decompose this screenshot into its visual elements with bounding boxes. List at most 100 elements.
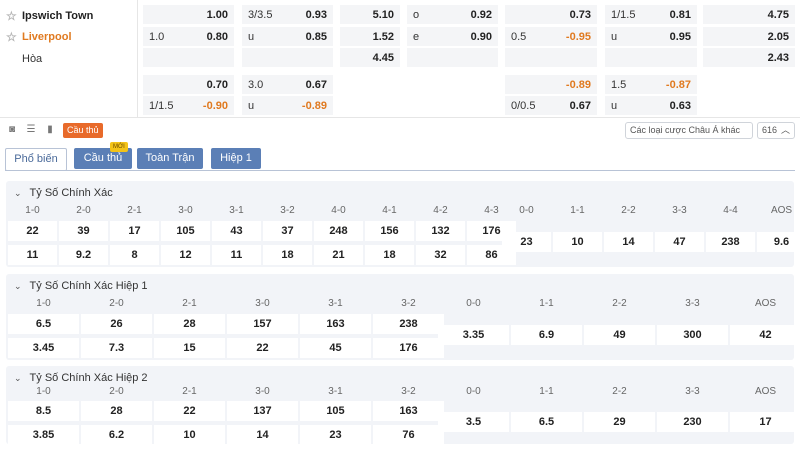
score-odds-cell[interactable]: 39 (59, 221, 108, 241)
score-odds-cell[interactable]: 157 (227, 314, 298, 334)
score-odds-cell[interactable]: 21 (314, 245, 363, 265)
favorite-star-icon[interactable]: ☆ (6, 30, 17, 44)
bet-type-select[interactable]: Các loại cược Châu Á khác (625, 122, 753, 139)
score-odds-cell[interactable]: 8.5 (8, 401, 79, 421)
odds-cell[interactable]: 0.73 (505, 5, 597, 24)
score-odds-cell[interactable]: 28 (81, 401, 152, 421)
odds-cell[interactable]: 5.10 (340, 5, 400, 24)
score-odds-cell[interactable]: 43 (212, 221, 261, 241)
score-odds-cell[interactable]: 238 (373, 314, 444, 334)
odds-cell[interactable]: e 0.90 (407, 27, 498, 46)
score-odds-cell[interactable]: 17 (730, 412, 800, 432)
score-odds-cell[interactable]: 6.5 (511, 412, 582, 432)
score-odds-cell[interactable]: 18 (365, 245, 414, 265)
list-icon[interactable]: ☰ (25, 124, 37, 136)
score-odds-cell[interactable]: 6.2 (81, 425, 152, 445)
odds-cell[interactable]: -0.89 (505, 75, 597, 94)
score-odds-cell[interactable]: 300 (657, 325, 728, 345)
score-odds-cell[interactable]: 12 (161, 245, 210, 265)
odds-cell[interactable]: 0/0.5 0.67 (505, 96, 597, 115)
score-odds-cell[interactable]: 76 (373, 425, 444, 445)
score-odds-cell[interactable]: 230 (657, 412, 728, 432)
odds-cell[interactable]: u -0.89 (242, 96, 333, 115)
score-odds-cell[interactable]: 37 (263, 221, 312, 241)
score-odds-cell[interactable]: 17 (110, 221, 159, 241)
odds-cell[interactable]: 2.05 (703, 27, 795, 46)
away-team[interactable]: ☆ Liverpool (6, 27, 72, 47)
odds-cell[interactable]: 4.45 (340, 48, 400, 67)
odds-cell[interactable]: u 0.63 (605, 96, 697, 115)
odds-cell[interactable]: 1.5 -0.87 (605, 75, 697, 94)
score-odds-cell[interactable]: 18 (263, 245, 312, 265)
score-odds-cell[interactable]: 47 (655, 232, 704, 252)
odds-cell (407, 48, 498, 67)
score-odds-cell[interactable]: 42 (730, 325, 800, 345)
score-odds-cell[interactable]: 49 (584, 325, 655, 345)
score-odds-cell[interactable]: 22 (8, 221, 57, 241)
score-odds-cell[interactable]: 9.6 (757, 232, 800, 252)
score-odds-cell[interactable]: 11 (8, 245, 57, 265)
score-odds-cell[interactable]: 11 (212, 245, 261, 265)
camera-icon[interactable]: ◙ (6, 124, 18, 136)
score-odds-cell[interactable]: 3.5 (438, 412, 509, 432)
score-odds-cell[interactable]: 156 (365, 221, 414, 241)
score-odds-cell[interactable]: 3.85 (8, 425, 79, 445)
score-odds-cell[interactable]: 6.9 (511, 325, 582, 345)
score-odds-cell[interactable]: 3.45 (8, 338, 79, 358)
player-filter-badge[interactable]: Cầu thủ (63, 123, 103, 138)
score-odds-cell[interactable]: 163 (373, 401, 444, 421)
odds-cell[interactable]: u 0.85 (242, 27, 333, 46)
score-odds-cell[interactable]: 23 (300, 425, 371, 445)
score-odds-cell[interactable]: 132 (416, 221, 465, 241)
score-odds-cell[interactable]: 248 (314, 221, 363, 241)
score-odds-cell[interactable]: 15 (154, 338, 225, 358)
tab-popular[interactable]: Phổ biến (5, 148, 67, 171)
score-odds-cell[interactable]: 3.35 (438, 325, 509, 345)
score-odds-cell[interactable]: 105 (300, 401, 371, 421)
score-odds-cell[interactable]: 22 (227, 338, 298, 358)
odds-cell[interactable]: 1/1.5 -0.90 (143, 96, 234, 115)
score-odds-cell[interactable]: 10 (553, 232, 602, 252)
score-odds-cell[interactable]: 23 (502, 232, 551, 252)
odds-cell[interactable]: 1.52 (340, 27, 400, 46)
section-title[interactable]: ⌄ Tỷ Số Chính Xác Hiệp 1 (14, 280, 148, 292)
score-odds-cell[interactable]: 7.3 (81, 338, 152, 358)
score-odds-cell[interactable]: 32 (416, 245, 465, 265)
home-team[interactable]: ☆ Ipswich Town (6, 6, 93, 26)
score-odds-cell[interactable]: 22 (154, 401, 225, 421)
score-odds-cell[interactable]: 29 (584, 412, 655, 432)
score-odds-cell[interactable]: 26 (81, 314, 152, 334)
odds-cell[interactable]: 0.70 (143, 75, 234, 94)
odds-cell[interactable]: 1.0 0.80 (143, 27, 234, 46)
tab-players[interactable]: Cầu thủ MỚI (74, 142, 132, 169)
odds-cell[interactable]: 4.75 (703, 5, 795, 24)
score-odds-cell[interactable]: 238 (706, 232, 755, 252)
score-odds-cell[interactable]: 105 (161, 221, 210, 241)
section-title[interactable]: ⌄ Tỷ Số Chính Xác Hiệp 2 (14, 372, 148, 384)
odds-cell[interactable]: 3/3.5 0.93 (242, 5, 333, 24)
score-odds-cell[interactable]: 163 (300, 314, 371, 334)
score-odds-cell[interactable]: 10 (154, 425, 225, 445)
section-title[interactable]: ⌄ Tỷ Số Chính Xác (14, 187, 113, 199)
score-odds-cell[interactable]: 137 (227, 401, 298, 421)
odds-cell[interactable]: o 0.92 (407, 5, 498, 24)
score-odds-cell[interactable]: 28 (154, 314, 225, 334)
score-odds-cell[interactable]: 8 (110, 245, 159, 265)
chart-icon[interactable]: ▮ (44, 124, 56, 136)
odds-cell[interactable]: u 0.95 (605, 27, 697, 46)
score-odds-cell[interactable]: 9.2 (59, 245, 108, 265)
score-odds-cell[interactable]: 176 (373, 338, 444, 358)
odds-cell[interactable]: 1/1.5 0.81 (605, 5, 697, 24)
odds-cell[interactable]: 0.5 -0.95 (505, 27, 597, 46)
score-odds-cell[interactable]: 45 (300, 338, 371, 358)
odds-cell[interactable]: 1.00 (143, 5, 234, 24)
odds-cell[interactable]: 3.0 0.67 (242, 75, 333, 94)
score-odds-cell[interactable]: 6.5 (8, 314, 79, 334)
score-odds-cell[interactable]: 14 (227, 425, 298, 445)
tab-first-half[interactable]: Hiệp 1 (211, 148, 261, 169)
odds-cell[interactable]: 2.43 (703, 48, 795, 67)
tab-full-match[interactable]: Toàn Trận (137, 148, 203, 169)
count-select[interactable]: 616 ︿ (757, 122, 795, 139)
favorite-star-icon[interactable]: ☆ (6, 9, 17, 23)
score-odds-cell[interactable]: 14 (604, 232, 653, 252)
